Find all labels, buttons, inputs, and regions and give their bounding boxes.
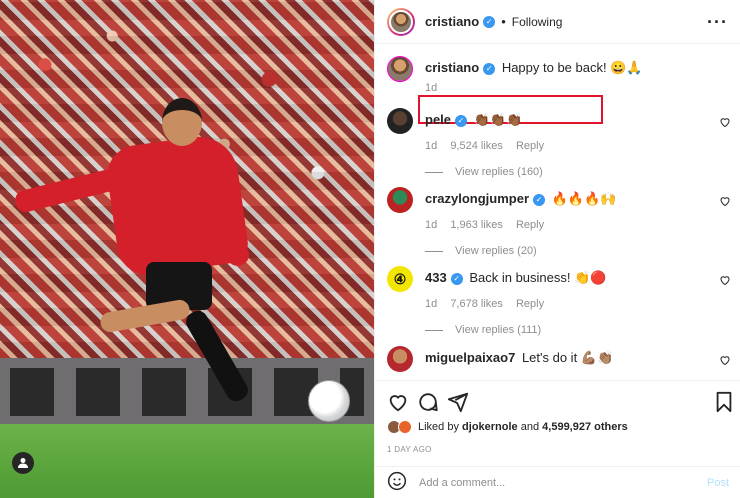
separator-dot: • [501, 14, 506, 29]
caption-text: Happy to be back! 😀🙏 [501, 60, 643, 75]
grass-pitch [0, 424, 374, 498]
comments-list[interactable]: cristiano ✓ Happy to be back! 😀🙏 1d pele ✓… [375, 44, 740, 378]
author-avatar-small[interactable] [387, 56, 413, 82]
author-avatar[interactable] [387, 7, 415, 36]
following-button[interactable]: Following [512, 15, 563, 29]
comment-bubble-icon[interactable] [417, 391, 439, 413]
reply-button[interactable]: Reply [516, 298, 544, 310]
comment-likes[interactable]: 9,524 likes [450, 140, 503, 152]
comment-text: 👏🏾👏🏾👏🏾 [473, 112, 523, 127]
verified-badge-icon: ✓ [483, 15, 496, 28]
liked-by-conj: and [520, 421, 540, 433]
caption-time: 1d [425, 82, 438, 94]
liked-by-user[interactable]: djokernole [462, 421, 518, 433]
view-replies-label: View replies (160) [455, 166, 543, 178]
commenter-avatar[interactable] [387, 346, 413, 372]
verified-badge-icon: ✓ [533, 193, 546, 206]
comment-input[interactable] [419, 476, 707, 489]
post-header: cristiano ✓ • Following ··· [375, 0, 740, 44]
save-bookmark-icon[interactable] [713, 391, 735, 413]
view-replies-button[interactable]: View replies (160) [425, 166, 715, 178]
like-comment-heart-icon[interactable] [719, 354, 731, 366]
author-username[interactable]: cristiano [425, 14, 479, 29]
liked-by-prefix: Liked by [418, 421, 459, 433]
view-replies-label: View replies (20) [455, 245, 537, 257]
comment-text: Back in business! 👏🔴 [469, 270, 607, 285]
commenter-avatar[interactable] [387, 187, 413, 213]
post-photo[interactable] [0, 0, 374, 498]
commenter-username[interactable]: pele [425, 112, 451, 127]
post-actions-bar [375, 380, 740, 420]
comment-likes[interactable]: 7,678 likes [450, 298, 503, 310]
commenter-username[interactable]: crazylongjumper [425, 191, 529, 206]
reply-button[interactable]: Reply [516, 219, 544, 231]
like-comment-heart-icon[interactable] [719, 116, 731, 128]
comment-text: 🔥🔥🔥🙌 [551, 191, 617, 206]
verified-badge-icon: ✓ [483, 62, 496, 75]
post-date: 1 DAY AGO [387, 445, 432, 454]
more-options-icon[interactable]: ··· [707, 13, 728, 31]
comment-text: Let's do it 💪🏽👏🏽 [521, 350, 614, 365]
comment-likes[interactable]: 1,963 likes [450, 219, 503, 231]
caption-username[interactable]: cristiano [425, 60, 479, 75]
view-replies-button[interactable]: View replies (111) [425, 324, 715, 336]
like-comment-heart-icon[interactable] [719, 195, 731, 207]
commenter-username[interactable]: 433 [425, 270, 447, 285]
liker-avatar[interactable] [398, 420, 412, 434]
likes-summary: Liked by djokernole and 4,599,927 others [387, 420, 628, 434]
share-send-icon[interactable] [447, 391, 469, 413]
comment-time: 1d [425, 219, 438, 231]
view-replies-button[interactable]: View replies (20) [425, 245, 715, 257]
post-comment-button[interactable]: Post [707, 477, 729, 489]
liked-by-others[interactable]: 4,599,927 others [542, 421, 628, 433]
comment-time: 1d [425, 298, 438, 310]
add-comment-bar: Post [375, 466, 740, 498]
emoji-smile-icon[interactable] [387, 471, 407, 494]
commenter-avatar-433[interactable]: ④ [387, 266, 413, 292]
reply-button[interactable]: Reply [516, 140, 544, 152]
commenter-avatar[interactable] [387, 108, 413, 134]
view-replies-label: View replies (111) [455, 324, 542, 336]
comment-time: 1d [425, 140, 438, 152]
like-heart-icon[interactable] [387, 391, 409, 413]
like-comment-heart-icon[interactable] [719, 274, 731, 286]
player-head [162, 98, 202, 146]
commenter-username[interactable]: miguelpaixao7 [425, 350, 515, 365]
post-details-panel: cristiano ✓ • Following ··· cristiano ✓ H… [374, 0, 740, 498]
verified-badge-icon: ✓ [450, 272, 463, 285]
verified-badge-icon: ✓ [455, 114, 468, 127]
football [308, 380, 350, 422]
user-tag-icon[interactable] [12, 452, 34, 474]
